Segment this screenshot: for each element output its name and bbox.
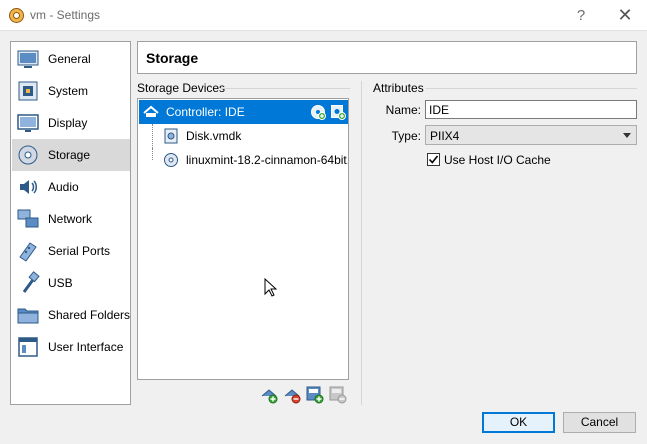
sidebar-item-general[interactable]: General (12, 43, 130, 75)
remove-controller-icon[interactable] (283, 386, 301, 404)
controller-name-input[interactable] (425, 100, 637, 119)
sidebar-item-usb[interactable]: USB (12, 267, 130, 299)
add-attachment-icon[interactable] (306, 386, 324, 404)
tree-branch-line (152, 148, 153, 160)
tree-controller-ide[interactable]: Controller: IDE (139, 100, 348, 124)
display-icon (17, 114, 39, 132)
sidebar-item-label: Serial Ports (48, 244, 111, 258)
add-optical-drive-icon[interactable] (310, 104, 326, 120)
sidebar-item-audio[interactable]: Audio (12, 171, 130, 203)
sidebar-item-user-interface[interactable]: User Interface (12, 331, 130, 363)
attachment-label: linuxmint-18.2-cinnamon-64bit.i... (186, 153, 349, 167)
sidebar-item-network[interactable]: Network (12, 203, 130, 235)
storage-tree[interactable]: Controller: IDE Disk.vmdk linuxmint-18.2… (137, 98, 349, 380)
sidebar-item-label: Shared Folders (48, 308, 131, 322)
settings-sidebar: General System Display Storage Audio Net… (10, 41, 131, 405)
controller-type-select[interactable]: PIIX4 (425, 125, 637, 145)
tree-attachment-optical[interactable]: linuxmint-18.2-cinnamon-64bit.i... (139, 148, 349, 172)
general-icon (17, 50, 39, 68)
checkmark-icon (428, 155, 439, 164)
virtualbox-app-icon (9, 8, 24, 23)
sidebar-item-label: USB (48, 276, 73, 290)
sidebar-item-label: Audio (48, 180, 79, 194)
sidebar-item-display[interactable]: Display (12, 107, 130, 139)
sidebar-item-system[interactable]: System (12, 75, 130, 107)
add-controller-icon[interactable] (260, 386, 278, 404)
type-field-label: Type: (391, 129, 421, 143)
page-title: Storage (146, 50, 199, 66)
close-button[interactable]: ✕ (605, 0, 645, 31)
user-interface-icon (18, 337, 38, 357)
tree-branch-line (152, 124, 153, 148)
ok-button[interactable]: OK (482, 412, 555, 433)
storage-devices-label: Storage Devices (137, 81, 226, 95)
sidebar-item-serial-ports[interactable]: Serial Ports (12, 235, 130, 267)
add-hard-disk-icon[interactable] (330, 104, 346, 120)
sidebar-item-label: Display (48, 116, 88, 130)
help-button[interactable]: ? (566, 0, 596, 31)
sidebar-item-label: Storage (48, 148, 91, 162)
sidebar-item-storage[interactable]: Storage (12, 139, 130, 171)
usb-icon (22, 271, 40, 293)
storage-devices-separator (220, 88, 350, 89)
host-io-cache-checkbox[interactable] (427, 153, 440, 166)
hard-disk-icon (164, 128, 178, 144)
panel-divider (361, 81, 362, 405)
system-icon (18, 81, 38, 101)
attributes-separator (426, 88, 637, 89)
name-field-label: Name: (385, 103, 421, 117)
attachment-label: Disk.vmdk (186, 129, 242, 143)
title-bar: vm - Settings ? ✕ (0, 0, 647, 31)
serial-ports-icon (19, 242, 37, 262)
audio-icon (20, 180, 37, 194)
sidebar-item-shared-folders[interactable]: Shared Folders (12, 299, 130, 331)
network-icon (17, 209, 39, 228)
cancel-button[interactable]: Cancel (563, 412, 636, 433)
remove-attachment-icon[interactable] (329, 386, 347, 404)
window-title: vm - Settings (30, 8, 101, 22)
page-header: Storage (137, 41, 637, 74)
attributes-label: Attributes (373, 81, 424, 95)
storage-icon (18, 145, 38, 165)
mouse-cursor-icon (264, 278, 278, 297)
chevron-down-icon (623, 133, 631, 138)
sidebar-item-label: User Interface (48, 340, 124, 354)
controller-label: Controller: IDE (166, 105, 245, 119)
sidebar-item-label: Network (48, 212, 93, 226)
controller-type-value: PIIX4 (430, 129, 460, 143)
controller-icon (143, 105, 159, 117)
host-io-cache-label[interactable]: Use Host I/O Cache (444, 153, 551, 167)
tree-attachment-disk[interactable]: Disk.vmdk (139, 124, 348, 148)
shared-folders-icon (17, 308, 39, 324)
optical-disc-icon (164, 153, 178, 167)
sidebar-item-label: General (48, 52, 91, 66)
sidebar-item-label: System (48, 84, 89, 98)
